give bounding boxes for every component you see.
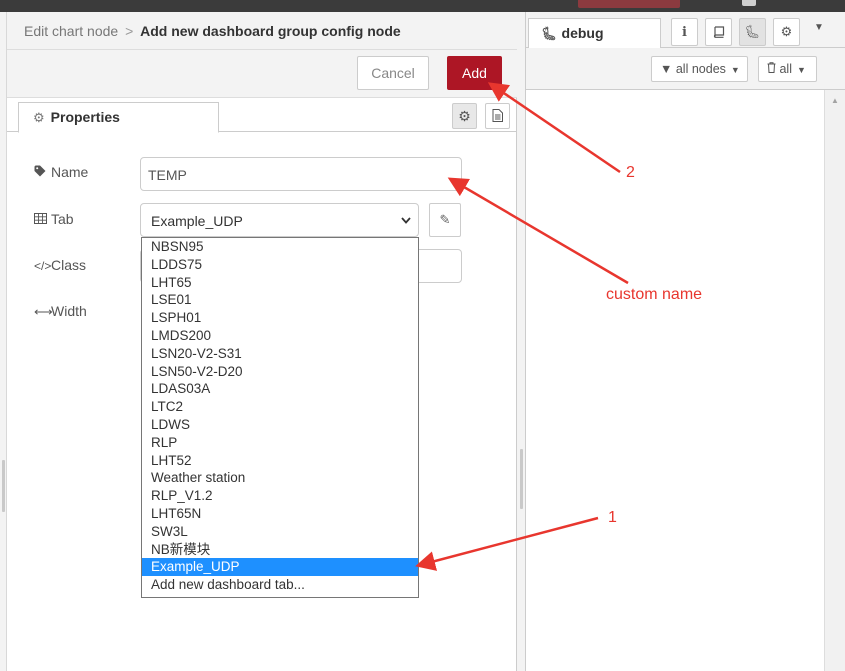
tab-select[interactable]: Example_UDP: [140, 203, 419, 237]
info-tab-button[interactable]: i: [671, 18, 698, 46]
dropdown-option[interactable]: LSPH01: [142, 309, 418, 327]
edit-tab-button[interactable]: ✎: [429, 203, 461, 237]
dropdown-option[interactable]: LSN50-V2-D20: [142, 363, 418, 381]
dropdown-option[interactable]: NB新模块: [142, 541, 418, 559]
document-icon: [492, 109, 503, 122]
dropdown-option[interactable]: LHT65N: [142, 505, 418, 523]
dropdown-option[interactable]: LMDS200: [142, 327, 418, 345]
tag-icon: [34, 165, 50, 180]
dropdown-option[interactable]: NBSN95: [142, 238, 418, 256]
breadcrumb: Edit chart node > Add new dashboard grou…: [7, 12, 517, 50]
dropdown-option[interactable]: LDWS: [142, 416, 418, 434]
dropdown-option[interactable]: SW3L: [142, 523, 418, 541]
caret-down-icon: ▼: [797, 65, 806, 75]
gear-icon: ⚙: [780, 24, 793, 39]
table-icon: [34, 212, 50, 227]
description-tab[interactable]: [485, 103, 510, 129]
width-label-text: Width: [51, 303, 87, 319]
cancel-button[interactable]: Cancel: [357, 56, 429, 90]
properties-settings-tab[interactable]: ⚙: [452, 103, 477, 129]
arrows-horizontal-icon: ⟷: [34, 304, 53, 319]
dropdown-option[interactable]: LSN20-V2-S31: [142, 345, 418, 363]
chevron-down-icon: [401, 213, 411, 227]
code-icon: </>: [34, 259, 52, 273]
class-label: </>Class: [34, 257, 86, 273]
help-tab-button[interactable]: [705, 18, 732, 46]
tab-debug[interactable]: 🐛︎ debug: [528, 18, 661, 49]
filter-all-label: all: [779, 62, 792, 76]
bug-icon: 🐛︎: [541, 26, 558, 41]
top-header-bar: [0, 0, 845, 12]
caret-down-icon: ▼: [814, 22, 824, 33]
scroll-up-icon[interactable]: ▲: [831, 96, 839, 105]
main-menu-button[interactable]: [742, 0, 756, 6]
tab-properties-label: Properties: [50, 109, 120, 125]
dropdown-option[interactable]: LHT65: [142, 274, 418, 292]
workspace-edge: [0, 12, 7, 671]
tab-label: Tab: [34, 211, 74, 227]
sidebar-resize-handle[interactable]: [520, 449, 523, 509]
info-icon: i: [682, 25, 687, 40]
dropdown-option[interactable]: LHT52: [142, 452, 418, 470]
dropdown-option-selected[interactable]: Example_UDP: [142, 558, 418, 577]
annotation-label-1: 1: [608, 509, 617, 526]
tray-tabs: ⚙ Properties ⚙: [7, 98, 517, 133]
dropdown-option[interactable]: LSE01: [142, 291, 418, 309]
tab-label-text: Tab: [51, 211, 74, 227]
gear-icon: ⚙: [33, 110, 45, 125]
filter-nodes-button[interactable]: ▼︎ all nodes ▼: [651, 56, 748, 82]
tray-toolbar: Cancel Add: [7, 50, 517, 98]
dropdown-option[interactable]: Weather station: [142, 469, 418, 487]
tab-properties[interactable]: ⚙ Properties: [18, 102, 219, 133]
tab-debug-label: debug: [561, 25, 604, 41]
debug-tab-button[interactable]: 🐛︎: [739, 18, 766, 46]
gear-icon: ⚙: [458, 108, 471, 124]
tab-select-value: Example_UDP: [151, 213, 243, 229]
dropdown-option[interactable]: RLP: [142, 434, 418, 452]
width-label: ⟷Width: [34, 303, 87, 320]
breadcrumb-separator: >: [125, 23, 134, 39]
sidebar-tabs: 🐛︎ debug i 🐛︎ ⚙ ▼: [526, 12, 845, 49]
class-label-text: Class: [51, 257, 87, 273]
debug-toolbar: ▼︎ all nodes ▼ all ▼: [526, 48, 845, 90]
clear-messages-button[interactable]: all ▼: [758, 56, 817, 82]
annotation-custom-name: custom name: [606, 286, 703, 303]
trash-icon: [767, 62, 779, 76]
bug-icon: 🐛︎: [744, 24, 761, 39]
sidebar: 🐛︎ debug i 🐛︎ ⚙ ▼ ▼︎ all nodes ▼ all ▼ ▲: [526, 12, 845, 671]
resize-handle[interactable]: [2, 460, 5, 512]
filter-nodes-label: all nodes: [675, 62, 726, 76]
dropdown-option[interactable]: RLP_V1.2: [142, 487, 418, 505]
tab-dropdown-list[interactable]: NBSN95 LDDS75 LHT65 LSE01 LSPH01 LMDS200…: [141, 237, 419, 598]
config-tab-button[interactable]: ⚙: [773, 18, 800, 46]
dropdown-option-add-new[interactable]: Add new dashboard tab...: [142, 576, 418, 594]
name-label: Name: [34, 164, 88, 180]
annotation-label-2: 2: [626, 164, 635, 181]
name-label-text: Name: [51, 164, 89, 180]
debug-scrollbar[interactable]: ▲: [824, 90, 845, 671]
book-icon: [713, 26, 724, 38]
pencil-icon: ✎: [439, 212, 451, 227]
sidebar-menu-button[interactable]: ▼: [814, 22, 824, 33]
deploy-button[interactable]: [578, 0, 680, 8]
dropdown-option[interactable]: LDAS03A: [142, 380, 418, 398]
caret-down-icon: ▼: [730, 65, 740, 75]
filter-icon: ▼︎: [660, 62, 673, 76]
dropdown-option[interactable]: LDDS75: [142, 256, 418, 274]
add-button[interactable]: Add: [447, 56, 502, 90]
name-input[interactable]: TEMP: [140, 157, 462, 191]
sidebar-separator: [517, 12, 526, 671]
breadcrumb-previous[interactable]: Edit chart node: [24, 23, 118, 39]
dropdown-option[interactable]: LTC2: [142, 398, 418, 416]
breadcrumb-current: Add new dashboard group config node: [140, 23, 401, 39]
